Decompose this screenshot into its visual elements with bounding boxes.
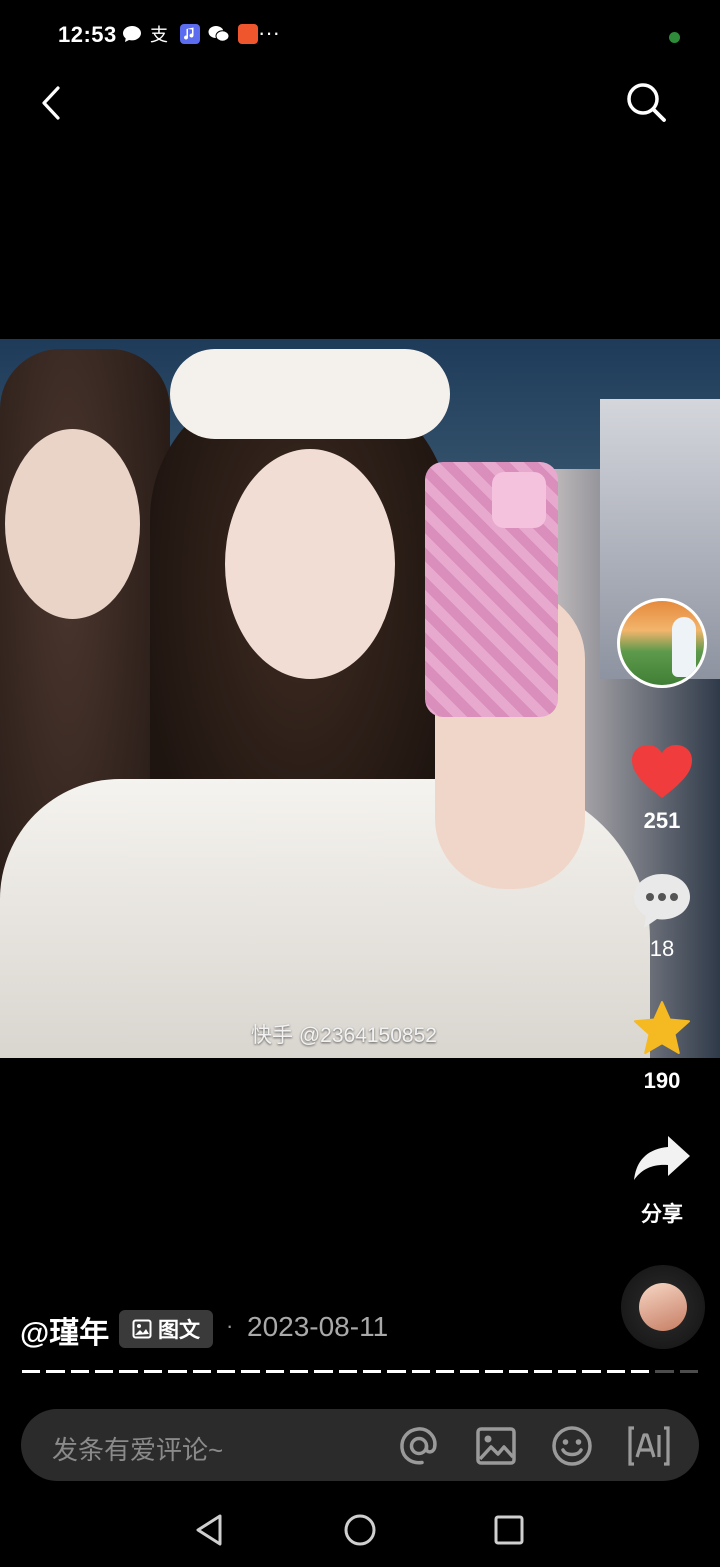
progress-segment <box>95 1370 114 1373</box>
alipay-icon: 支 <box>150 25 168 44</box>
like-button[interactable]: 251 <box>617 744 707 834</box>
image-icon <box>132 1319 152 1339</box>
like-count: 251 <box>643 808 681 833</box>
share-label: 分享 <box>641 1203 683 1226</box>
progress-segment <box>630 1370 650 1373</box>
chat-bubble-icon <box>123 26 141 42</box>
emoji-icon[interactable] <box>550 1424 594 1468</box>
progress-segment <box>119 1370 138 1373</box>
progress-segment <box>338 1370 358 1373</box>
comment-count: 18 <box>649 936 675 961</box>
share-arrow-icon <box>634 1136 690 1180</box>
app-icon <box>238 24 258 44</box>
image-picker-icon[interactable] <box>474 1424 518 1468</box>
progress-segment <box>484 1370 504 1373</box>
progress-segment <box>289 1370 309 1373</box>
progress-segment <box>192 1370 211 1373</box>
status-time: 12:53 <box>58 22 117 47</box>
progress-segment <box>265 1370 284 1373</box>
progress-segment <box>46 1370 65 1373</box>
progress-segment <box>655 1370 674 1373</box>
photo-watermark: 快手 @2364150852 <box>251 1024 437 1047</box>
progress-segment <box>679 1370 699 1373</box>
back-icon[interactable] <box>32 82 72 124</box>
favorite-count: 190 <box>643 1068 681 1093</box>
favorite-button[interactable]: 190 <box>617 1000 707 1094</box>
progress-segment <box>387 1370 406 1373</box>
music-disc[interactable] <box>621 1265 705 1349</box>
progress-segment <box>363 1370 382 1373</box>
progress-segment <box>533 1370 552 1373</box>
progress-segment <box>557 1370 577 1373</box>
heart-icon <box>632 745 692 798</box>
ai-icon[interactable] <box>627 1424 671 1468</box>
nav-home-icon[interactable] <box>340 1510 380 1550</box>
search-icon[interactable] <box>624 80 668 124</box>
progress-segment <box>582 1370 601 1373</box>
author-name[interactable]: @瑾年 <box>20 1308 109 1352</box>
progress-segment <box>70 1370 90 1373</box>
status-notification-icons: 支 <box>122 24 258 44</box>
post-photo[interactable]: 快手 @2364150852 <box>0 339 720 1058</box>
post-type-tag: 图文 <box>119 1310 213 1348</box>
progress-segment <box>216 1370 236 1373</box>
progress-segment <box>509 1370 528 1373</box>
progress-segment <box>460 1370 479 1373</box>
star-icon <box>634 1001 690 1054</box>
share-button[interactable]: 分享 <box>617 1134 707 1228</box>
post-date: 2023-08-11 <box>247 1311 389 1342</box>
progress-segment <box>241 1370 260 1373</box>
progress-segment <box>411 1370 431 1373</box>
progress-segment <box>314 1370 333 1373</box>
nav-back-icon[interactable] <box>190 1510 230 1550</box>
music-icon <box>180 24 200 44</box>
separator-dot: · <box>226 1313 234 1338</box>
svg-text:支: 支 <box>150 25 168 44</box>
wechat-icon <box>208 26 230 42</box>
progress-segment <box>606 1370 625 1373</box>
image-progress-indicator <box>22 1370 699 1373</box>
comment-button[interactable]: 18 <box>617 872 707 962</box>
mention-icon[interactable] <box>397 1424 441 1468</box>
music-cover <box>639 1283 687 1331</box>
comment-input[interactable]: 发条有爱评论~ <box>52 1430 223 1467</box>
comment-icon <box>634 874 690 928</box>
post-type-label: 图文 <box>158 1319 200 1342</box>
progress-segment <box>143 1370 163 1373</box>
recording-indicator-dot <box>669 32 680 43</box>
progress-segment <box>168 1370 187 1373</box>
nav-recents-icon[interactable] <box>489 1510 529 1550</box>
progress-segment <box>22 1370 41 1373</box>
author-avatar[interactable] <box>617 598 707 688</box>
status-more: ··· <box>258 20 280 45</box>
progress-segment <box>436 1370 455 1373</box>
